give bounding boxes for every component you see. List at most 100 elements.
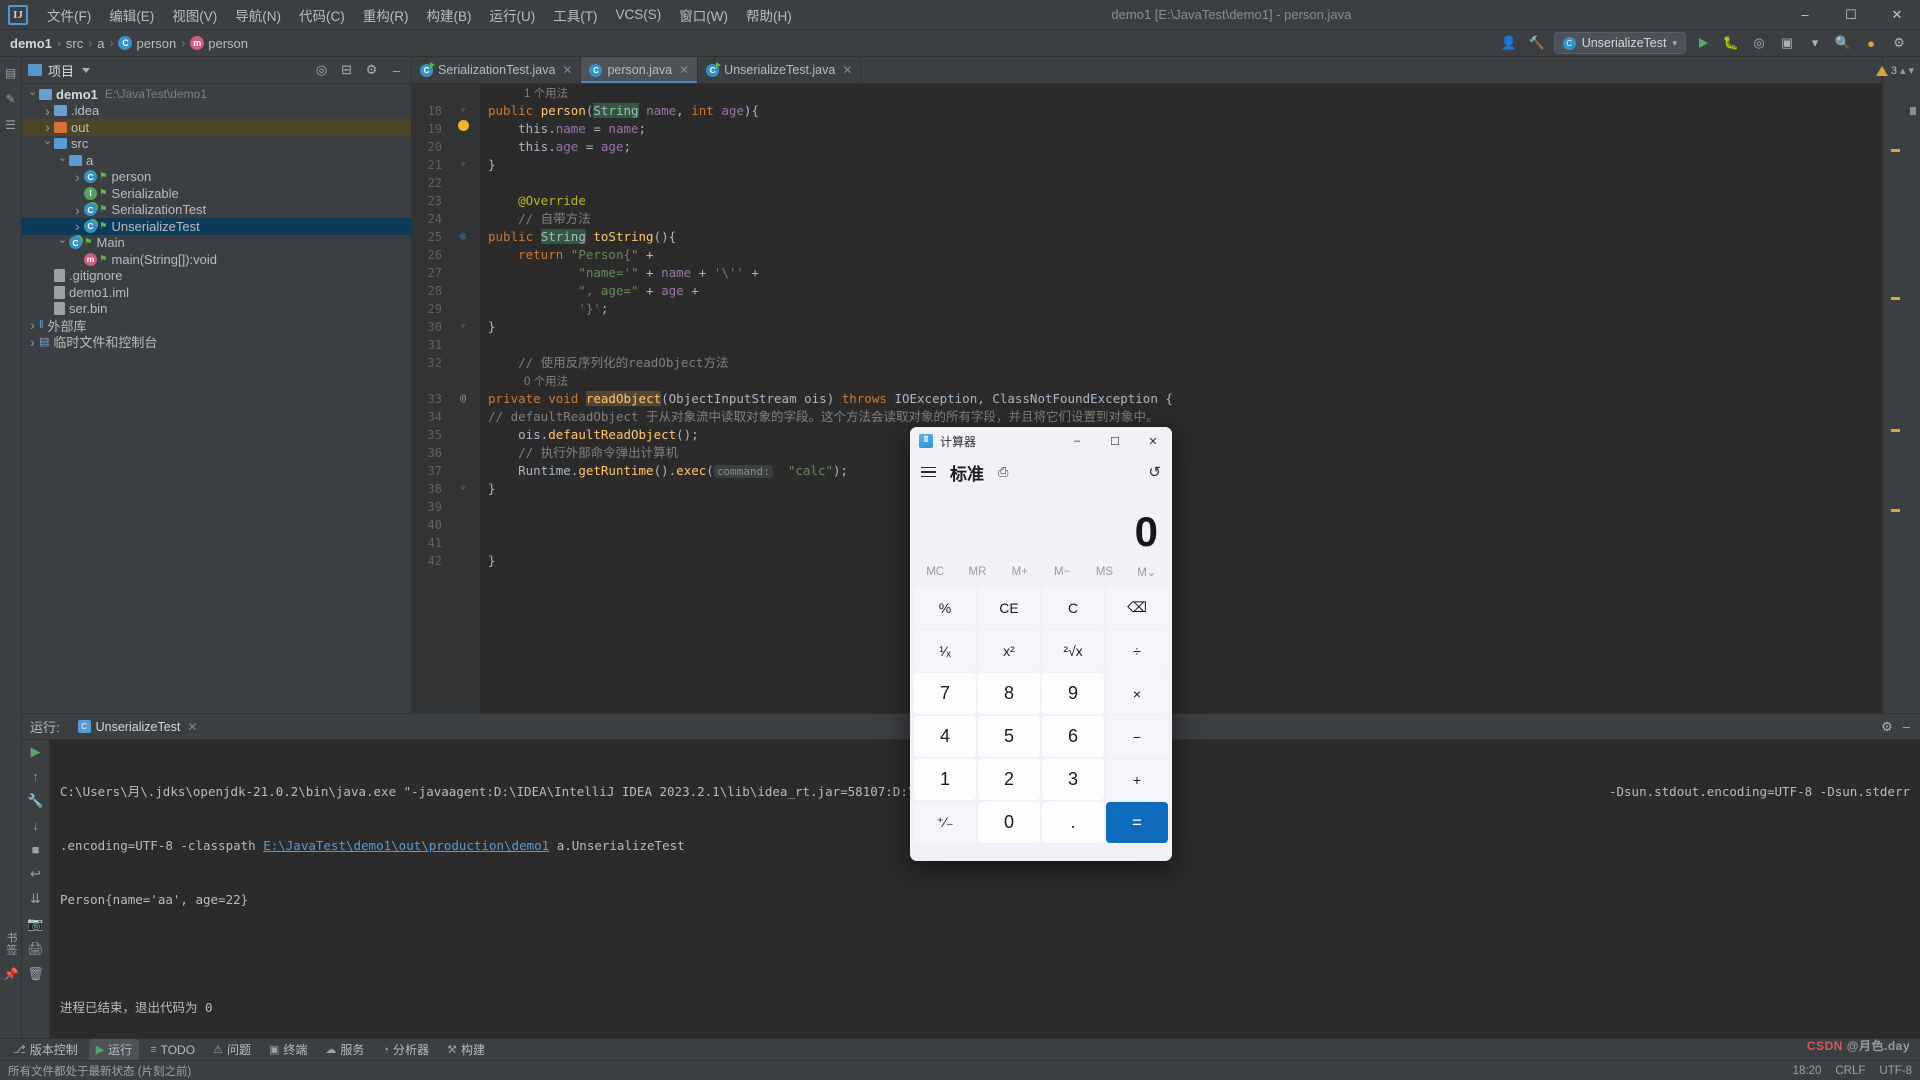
run-configuration-selector[interactable]: C UnserializeTest ▾ bbox=[1553, 32, 1686, 54]
sqrt-button[interactable]: ²√x bbox=[1042, 630, 1104, 671]
gutter-marker[interactable] bbox=[446, 264, 480, 282]
gutter-marker[interactable] bbox=[446, 210, 480, 228]
gutter-marker[interactable]: ▿ bbox=[446, 480, 480, 498]
backspace-button[interactable]: ⌫ bbox=[1106, 587, 1168, 628]
bottom-tab-构建[interactable]: ⚒ 构建 bbox=[440, 1039, 492, 1060]
digit-4-button[interactable]: 4 bbox=[914, 716, 976, 757]
gutter-marker[interactable] bbox=[446, 84, 480, 102]
digit-1-button[interactable]: 1 bbox=[914, 759, 976, 800]
coverage-button[interactable]: ◎ bbox=[1748, 32, 1770, 54]
gutter-marker[interactable] bbox=[446, 246, 480, 264]
tree-item-Serializable[interactable]: I ⚑ Serializable bbox=[22, 185, 411, 202]
minimize-button[interactable]: – bbox=[1782, 0, 1828, 30]
tree-item-临时文件和控制台[interactable]: ▤临时文件和控制台 bbox=[22, 334, 411, 350]
chevron-up-icon[interactable]: ▴ bbox=[1900, 64, 1906, 77]
more-run-options-icon[interactable]: ▾ bbox=[1804, 32, 1826, 54]
chevron-down-icon[interactable]: ▾ bbox=[1908, 64, 1914, 77]
breadcrumb-item-demo1[interactable]: demo1 bbox=[10, 36, 52, 51]
bottom-tab-TODO[interactable]: ≡ TODO bbox=[143, 1041, 202, 1059]
gutter-marker[interactable] bbox=[446, 138, 480, 156]
bottom-tab-运行[interactable]: ▶ 运行 bbox=[88, 1039, 140, 1060]
bookmarks-label[interactable]: 书签 bbox=[3, 932, 19, 956]
code-fold-icon[interactable]: ▿ bbox=[460, 159, 466, 170]
tree-item-.gitignore[interactable]: .gitignore bbox=[22, 268, 411, 285]
run-panel-tab[interactable]: C UnserializeTest ✕ bbox=[72, 720, 204, 734]
gutter-marker[interactable] bbox=[446, 408, 480, 426]
chevron-right-icon[interactable] bbox=[71, 219, 84, 233]
gutter-marker[interactable] bbox=[446, 372, 480, 390]
line-separator[interactable]: CRLF bbox=[1835, 1065, 1865, 1077]
tree-item-SerializationTest[interactable]: C⚑SerializationTest bbox=[22, 202, 411, 219]
code-fold-icon[interactable]: ▿ bbox=[460, 105, 466, 116]
camera-icon[interactable]: 📷 bbox=[27, 916, 45, 932]
hide-panel-icon[interactable]: – bbox=[1903, 719, 1910, 735]
gutter-warning-mark[interactable] bbox=[1891, 509, 1900, 512]
equals-button[interactable]: = bbox=[1106, 802, 1168, 843]
digit-6-button[interactable]: 6 bbox=[1042, 716, 1104, 757]
chevron-right-icon[interactable] bbox=[41, 104, 54, 118]
gutter-marker[interactable] bbox=[446, 462, 480, 480]
gutter-marker[interactable] bbox=[446, 300, 480, 318]
commit-tool-icon[interactable]: ✎ bbox=[2, 89, 20, 109]
run-button[interactable] bbox=[1692, 32, 1714, 54]
digit-8-button[interactable]: 8 bbox=[978, 673, 1040, 714]
tree-item-.idea[interactable]: .idea bbox=[22, 103, 411, 120]
gutter-warning-mark[interactable] bbox=[1891, 429, 1900, 432]
project-tool-icon[interactable]: ▤ bbox=[2, 63, 20, 83]
close-button[interactable]: ✕ bbox=[1874, 0, 1920, 30]
add-button[interactable]: + bbox=[1106, 759, 1168, 800]
down-arrow-icon[interactable]: ↓ bbox=[27, 818, 45, 833]
history-icon[interactable]: ↺ bbox=[1148, 463, 1161, 481]
editor-tab-UnserializeTest.java[interactable]: C UnserializeTest.java ✕ bbox=[698, 57, 862, 83]
digit-5-button[interactable]: 5 bbox=[978, 716, 1040, 757]
gutter-marker[interactable] bbox=[446, 120, 480, 138]
search-icon[interactable]: 🔍 bbox=[1832, 32, 1854, 54]
divide-button[interactable]: ÷ bbox=[1106, 630, 1168, 671]
chevron-right-icon[interactable] bbox=[41, 120, 54, 134]
code-fold-icon[interactable]: ▿ bbox=[460, 321, 466, 332]
menu-run[interactable]: 运行(U) bbox=[481, 1, 545, 29]
calculator-close-button[interactable]: ✕ bbox=[1134, 427, 1172, 455]
memory-MR-button[interactable]: MR bbox=[956, 566, 998, 578]
file-encoding[interactable]: UTF-8 bbox=[1879, 1065, 1912, 1077]
clear-button[interactable]: C bbox=[1042, 587, 1104, 628]
gutter-marker[interactable]: ▿ bbox=[446, 156, 480, 174]
menu-file[interactable]: 文件(F) bbox=[38, 1, 100, 29]
gutter-warning-mark[interactable] bbox=[1891, 297, 1900, 300]
editor-tab-person.java[interactable]: Cperson.java ✕ bbox=[581, 57, 699, 83]
breadcrumb-item-person[interactable]: m person bbox=[190, 36, 248, 51]
breadcrumb-item-src[interactable]: src bbox=[66, 36, 83, 51]
menu-code[interactable]: 代码(C) bbox=[290, 1, 354, 29]
scrollbar-thumb[interactable] bbox=[1910, 107, 1916, 115]
gutter-warning-mark[interactable] bbox=[1891, 149, 1900, 152]
updates-icon[interactable]: ● bbox=[1860, 32, 1882, 54]
editor-tab-SerializationTest.java[interactable]: C SerializationTest.java ✕ bbox=[412, 57, 582, 83]
menu-edit[interactable]: 编辑(E) bbox=[100, 1, 163, 29]
chevron-right-icon[interactable] bbox=[71, 170, 84, 184]
memory-MC-button[interactable]: MC bbox=[914, 566, 956, 578]
hammer-build-icon[interactable]: 🔨 bbox=[1526, 32, 1548, 54]
bottom-tab-分析器[interactable]: ◔ 分析器 bbox=[375, 1039, 436, 1060]
close-icon[interactable]: ✕ bbox=[562, 63, 572, 77]
gutter-marker[interactable]: ▿ bbox=[446, 102, 480, 120]
breadcrumb-item-person[interactable]: Cperson bbox=[118, 36, 176, 51]
scroll-to-end-icon[interactable]: ⇊ bbox=[27, 891, 45, 907]
calculator-minimize-button[interactable]: – bbox=[1058, 427, 1096, 455]
clear-entry-button[interactable]: CE bbox=[978, 587, 1040, 628]
gutter-marker[interactable]: ▿ bbox=[446, 318, 480, 336]
gutter-marker[interactable]: ◎ bbox=[446, 228, 480, 246]
close-icon[interactable]: ✕ bbox=[842, 63, 852, 77]
maximize-button[interactable]: ☐ bbox=[1828, 0, 1874, 30]
chevron-right-icon[interactable] bbox=[26, 335, 39, 349]
chevron-right-icon[interactable] bbox=[71, 203, 84, 217]
chevron-right-icon[interactable] bbox=[26, 318, 39, 332]
chevron-down-icon[interactable] bbox=[56, 155, 69, 166]
chevron-down-icon[interactable] bbox=[41, 138, 54, 149]
digit-9-button[interactable]: 9 bbox=[1042, 673, 1104, 714]
tree-item-person[interactable]: C⚑person bbox=[22, 169, 411, 186]
bottom-tab-服务[interactable]: ☁ 服务 bbox=[318, 1039, 371, 1060]
negate-button[interactable]: ⁺⁄₋ bbox=[914, 802, 976, 843]
tree-item-out[interactable]: out bbox=[22, 119, 411, 136]
bottom-tab-问题[interactable]: ⚠ 问题 bbox=[206, 1039, 258, 1060]
bottom-tab-终端[interactable]: ▣ 终端 bbox=[262, 1039, 314, 1060]
